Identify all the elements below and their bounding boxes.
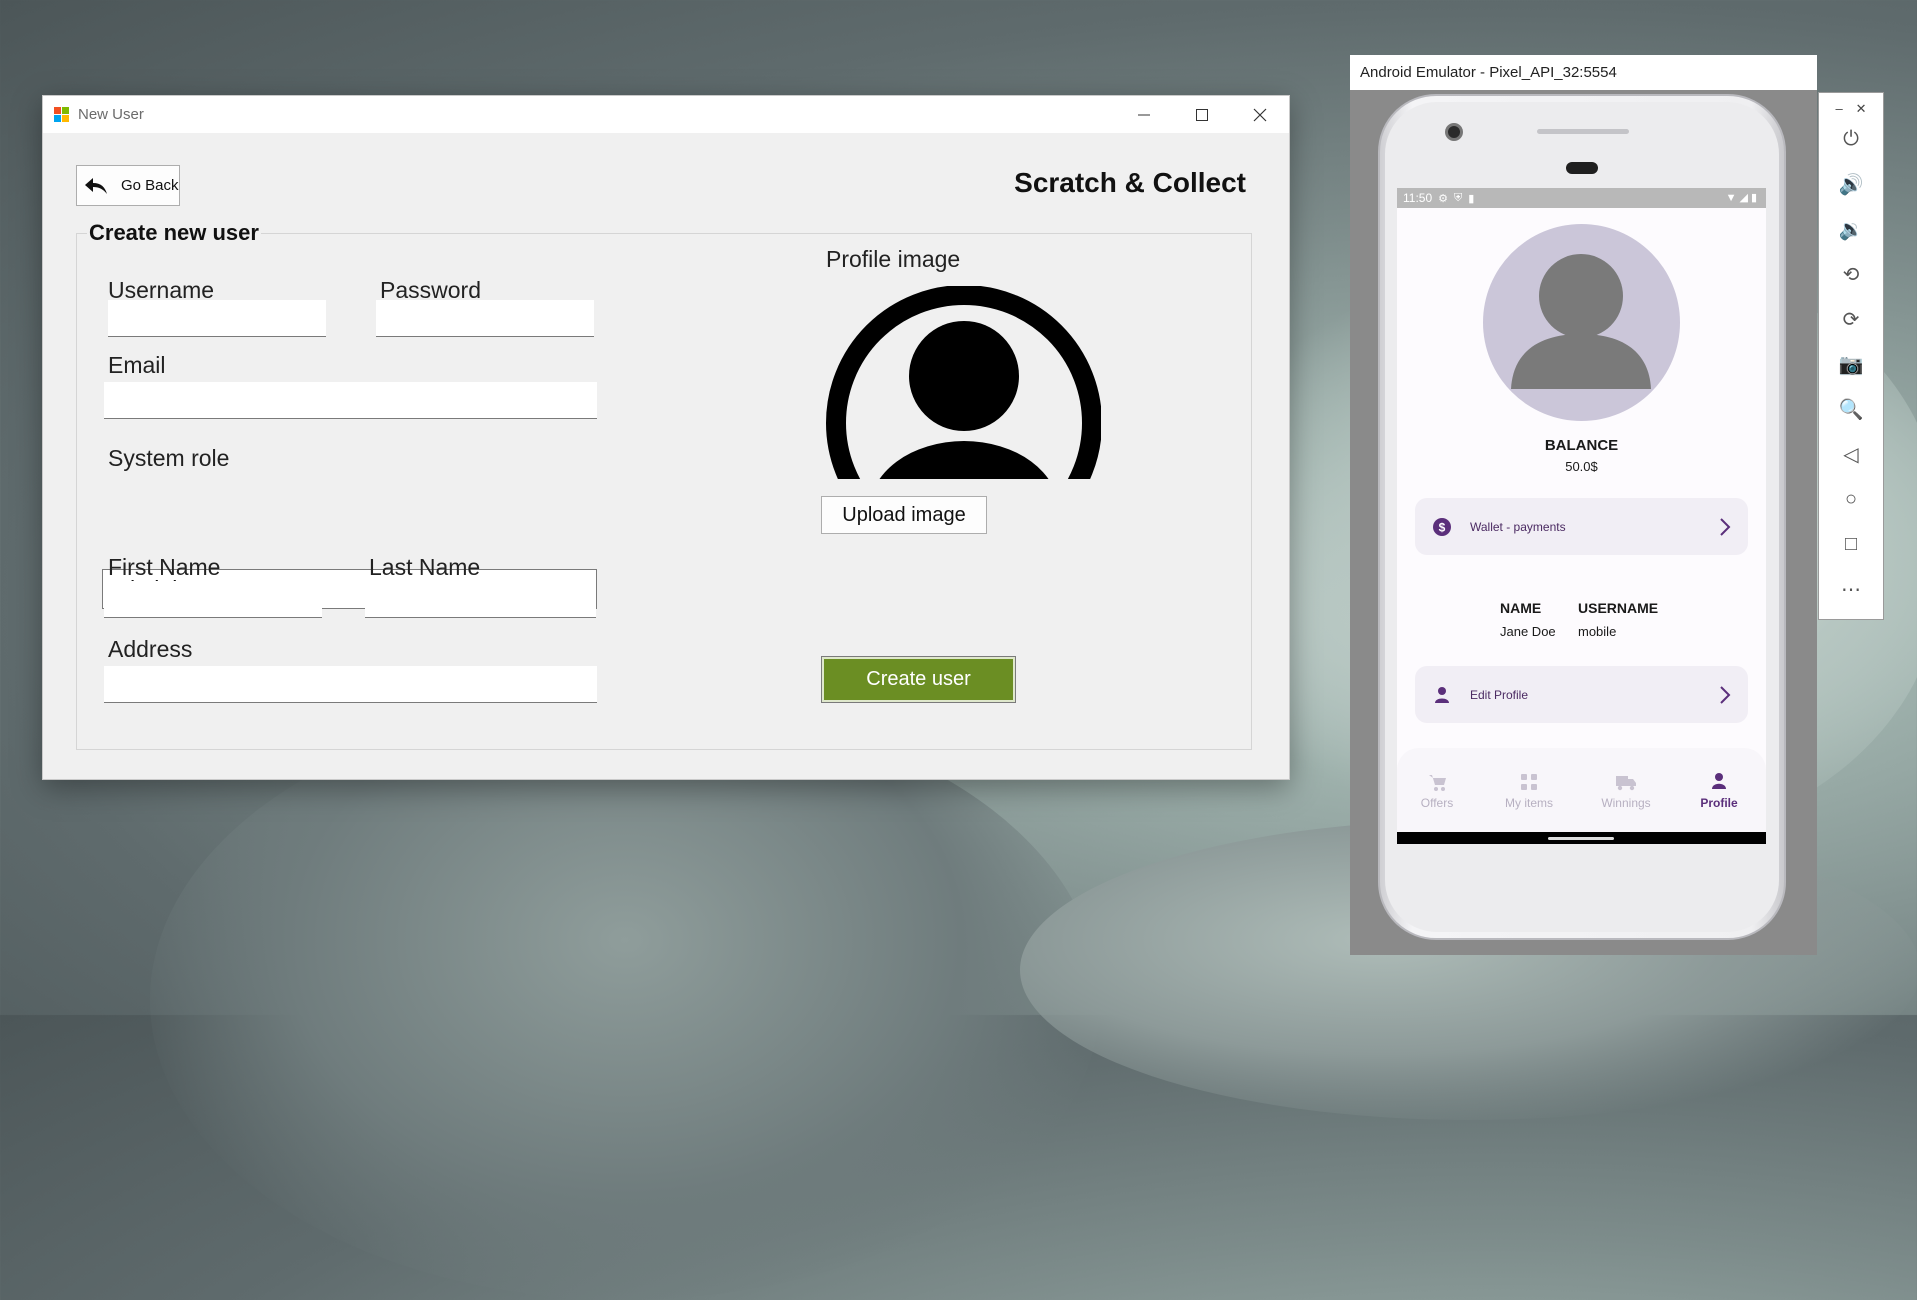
nav-my-items-label: My items [1505, 796, 1553, 810]
front-camera [1445, 123, 1463, 141]
create-user-button[interactable]: Create user [821, 656, 1016, 703]
wallpaper-shape [150, 700, 1100, 1300]
address-label: Address [108, 636, 193, 662]
settings-icon: ⚙ [1438, 192, 1449, 205]
maximize-icon [1196, 108, 1208, 121]
emulator-title: Android Emulator - Pixel_API_32:5554 [1360, 64, 1617, 81]
shield-icon: ⛨ [1454, 191, 1463, 204]
rotate-right-icon[interactable]: ⟳ [1819, 297, 1883, 342]
person-icon [1511, 254, 1651, 389]
create-user-label: Create user [866, 668, 971, 690]
last-name-input[interactable] [365, 581, 596, 618]
camera-icon[interactable]: 📷 [1819, 342, 1883, 387]
user-avatar-icon [826, 286, 1101, 479]
back-arrow-icon [85, 177, 107, 194]
person-icon [1712, 773, 1726, 789]
profile-image-preview [826, 286, 1101, 479]
nav-winnings[interactable]: Winnings [1586, 770, 1666, 810]
volume-down-icon[interactable]: 🔉 [1819, 207, 1883, 252]
home-icon[interactable]: ○ [1819, 477, 1883, 522]
brand-title: Scratch & Collect [1014, 167, 1246, 198]
sim-icon: ▮ [1468, 192, 1475, 205]
grid-icon [1521, 774, 1537, 790]
volume-up-icon[interactable]: 🔊 [1819, 162, 1883, 207]
group-title: Create new user [87, 220, 261, 246]
profile-image-label: Profile image [826, 246, 961, 272]
nav-my-items[interactable]: My items [1489, 770, 1569, 810]
earpiece [1537, 129, 1629, 134]
overview-icon[interactable]: □ [1819, 522, 1883, 567]
email-label: Email [108, 352, 166, 378]
go-back-button[interactable]: Go Back [76, 165, 180, 206]
name-value: Jane Doe [1500, 624, 1556, 639]
edit-profile-card[interactable]: Edit Profile [1415, 666, 1748, 723]
app-icon [54, 106, 70, 123]
upload-image-label: Upload image [842, 503, 966, 526]
nav-offers-label: Offers [1420, 796, 1454, 810]
minimize-icon[interactable]: – [1835, 101, 1842, 117]
speaker [1566, 162, 1598, 174]
dollar-icon: $ [1431, 516, 1453, 538]
system-role-label: System role [108, 445, 230, 471]
new-user-window: New User Go Back Scratch & Collect Creat… [42, 95, 1290, 780]
close-icon [1253, 108, 1267, 121]
phone-screen: 11:50 ⚙ ⛨ ▮ ▼◢▮ BALANCE 50.0$ $ Wallet -… [1397, 188, 1766, 844]
cart-icon [1429, 775, 1446, 791]
minimize-button[interactable] [1115, 96, 1173, 133]
bottom-navigation: Offers My items Winnings Profile [1397, 748, 1766, 832]
nav-offers[interactable]: Offers [1397, 770, 1477, 810]
close-icon[interactable]: ✕ [1856, 101, 1867, 117]
power-icon[interactable]: ⏻ [1819, 117, 1883, 162]
edit-profile-label: Edit Profile [1470, 687, 1529, 702]
username-header: USERNAME [1578, 600, 1659, 616]
profile-avatar [1483, 224, 1680, 421]
balance-label: BALANCE [1544, 437, 1619, 454]
title-bar[interactable]: New User [43, 96, 1289, 133]
status-bar: 11:50 ⚙ ⛨ ▮ ▼◢▮ [1397, 188, 1766, 208]
first-name-input[interactable] [104, 581, 322, 618]
username-input[interactable] [108, 300, 326, 337]
chevron-right-icon [1720, 685, 1731, 704]
wallet-label: Wallet - payments [1470, 519, 1566, 534]
chevron-right-icon [1720, 517, 1731, 536]
truck-icon [1616, 776, 1636, 791]
rotate-left-icon[interactable]: ⟲ [1819, 252, 1883, 297]
svg-text:$: $ [1439, 520, 1446, 534]
close-button[interactable] [1231, 96, 1289, 133]
go-back-label: Go Back [121, 177, 179, 194]
username-value: mobile [1578, 624, 1617, 639]
last-name-label: Last Name [369, 554, 481, 580]
emulator-side-toolbar: – ✕ ⏻ 🔊 🔉 ⟲ ⟳ 📷 🔍 ◁ ○ □ ⋯ [1818, 92, 1884, 620]
email-input[interactable] [104, 382, 597, 419]
maximize-button[interactable] [1173, 96, 1231, 133]
signal-battery-icons: ▼◢▮ [1725, 192, 1760, 204]
window-title: New User [78, 106, 144, 123]
person-icon [1431, 684, 1453, 706]
wallet-payments-card[interactable]: $ Wallet - payments [1415, 498, 1748, 555]
first-name-label: First Name [108, 554, 221, 580]
nav-profile[interactable]: Profile [1679, 770, 1759, 810]
more-icon[interactable]: ⋯ [1819, 567, 1883, 612]
status-time: 11:50 [1403, 191, 1433, 205]
emulator-title-bar[interactable]: Android Emulator - Pixel_API_32:5554 [1350, 55, 1817, 90]
nav-winnings-label: Winnings [1601, 796, 1651, 810]
minimize-icon [1138, 114, 1150, 115]
nav-profile-label: Profile [1700, 796, 1738, 810]
password-input[interactable] [376, 300, 594, 337]
back-icon[interactable]: ◁ [1819, 432, 1883, 477]
balance-value: 50.0$ [1565, 459, 1598, 474]
gesture-handle[interactable] [1548, 837, 1614, 840]
address-input[interactable] [104, 666, 597, 703]
upload-image-button[interactable]: Upload image [821, 496, 987, 534]
zoom-icon[interactable]: 🔍 [1819, 387, 1883, 432]
name-header: NAME [1500, 600, 1542, 616]
gesture-bar [1397, 832, 1766, 844]
